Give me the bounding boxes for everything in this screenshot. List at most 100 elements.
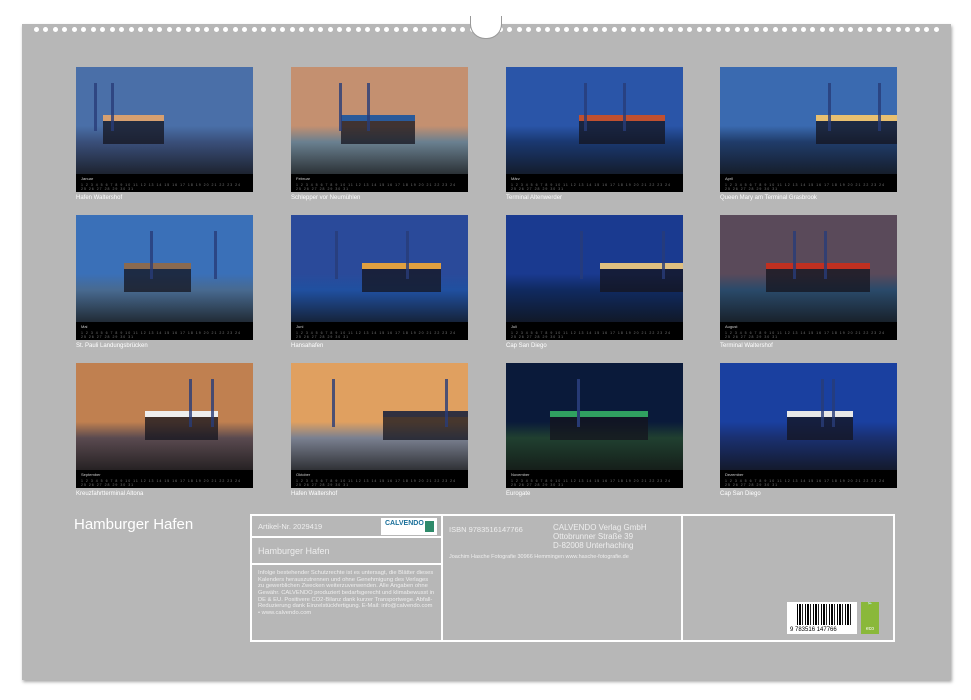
calendar-strip: Februar1 2 3 4 5 6 7 8 9 10 11 12 13 14 …	[291, 174, 468, 192]
binding-hole	[280, 27, 285, 32]
binding-hole	[526, 27, 531, 32]
binding-hole	[555, 27, 560, 32]
binding-hole	[668, 27, 673, 32]
binding-hole	[640, 27, 645, 32]
binding-hole	[517, 27, 522, 32]
barcode: 9 783516 147766	[787, 602, 857, 634]
month-label: Januar	[81, 176, 248, 181]
article-number-text: Artikel-Nr. 2029419	[258, 522, 322, 531]
binding-hole	[564, 27, 569, 32]
month-photo	[720, 215, 897, 322]
binding-hole	[678, 27, 683, 32]
binding-hole	[167, 27, 172, 32]
month-photo	[506, 215, 683, 322]
binding-hole	[176, 27, 181, 32]
binding-hole	[621, 27, 626, 32]
photo-caption: Terminal Waltershof	[720, 343, 897, 349]
binding-hole	[148, 27, 153, 32]
month-label: September	[81, 472, 248, 477]
photo-caption: Schlepper vor Neumühlen	[291, 195, 468, 201]
binding-hole	[318, 27, 323, 32]
binding-hole	[735, 27, 740, 32]
binding-hole	[839, 27, 844, 32]
binding-hole	[195, 27, 200, 32]
binding-hole	[129, 27, 134, 32]
binding-hole	[820, 27, 825, 32]
binding-hole	[829, 27, 834, 32]
binding-hole	[384, 27, 389, 32]
binding-hole	[53, 27, 58, 32]
binding-hole	[915, 27, 920, 32]
info-column-middle: ISBN 9783516147766 CALVENDO Verlag GmbHO…	[443, 516, 683, 640]
binding-hole	[792, 27, 797, 32]
calendar-strip: März1 2 3 4 5 6 7 8 9 10 11 12 13 14 15 …	[506, 174, 683, 192]
month-photo	[506, 363, 683, 470]
calendar-strip: Januar1 2 3 4 5 6 7 8 9 10 11 12 13 14 1…	[76, 174, 253, 192]
binding-hole	[583, 27, 588, 32]
binding-hole	[223, 27, 228, 32]
month-thumbnail: Januar1 2 3 4 5 6 7 8 9 10 11 12 13 14 1…	[76, 67, 253, 201]
binding-hole	[649, 27, 654, 32]
month-label: März	[511, 176, 678, 181]
binding-hole	[924, 27, 929, 32]
month-photo	[720, 363, 897, 470]
binding-hole	[716, 27, 721, 32]
article-number: Artikel-Nr. 2029419 CALVENDO	[252, 516, 441, 538]
month-photo	[720, 67, 897, 174]
info-column-right: 9 783516 147766 🍃eco	[683, 516, 893, 640]
binding-hole	[697, 27, 702, 32]
binding-hole	[545, 27, 550, 32]
binding-hole	[858, 27, 863, 32]
binding-hole	[309, 27, 314, 32]
calendar-strip: Mai1 2 3 4 5 6 7 8 9 10 11 12 13 14 15 1…	[76, 322, 253, 340]
legal-text: Infolge bestehender Schutzrechte ist es …	[252, 565, 441, 622]
binding-hole	[536, 27, 541, 32]
month-photo	[291, 363, 468, 470]
binding-hole	[744, 27, 749, 32]
calendar-strip: Juni1 2 3 4 5 6 7 8 9 10 11 12 13 14 15 …	[291, 322, 468, 340]
binding-hole	[905, 27, 910, 32]
binding-hole	[602, 27, 607, 32]
binding-hole	[157, 27, 162, 32]
binding-hole	[43, 27, 48, 32]
photo-caption: Hafen Waltershof	[76, 195, 253, 201]
month-thumbnail: Juli1 2 3 4 5 6 7 8 9 10 11 12 13 14 15 …	[506, 215, 683, 349]
photographer-credit: Joachim Hasche Fotografie 30966 Hemminge…	[449, 554, 629, 560]
binding-hole	[91, 27, 96, 32]
eco-leaf-icon: 🍃eco	[861, 602, 879, 634]
photo-caption: Hafen Waltershof	[291, 491, 468, 497]
binding-hole	[432, 27, 437, 32]
month-label: Mai	[81, 324, 248, 329]
photo-caption: Cap San Diego	[506, 343, 683, 349]
binding-hole	[119, 27, 124, 32]
month-thumbnail: Dezember1 2 3 4 5 6 7 8 9 10 11 12 13 14…	[720, 363, 897, 497]
month-photo	[291, 215, 468, 322]
calendar-strip: August1 2 3 4 5 6 7 8 9 10 11 12 13 14 1…	[720, 322, 897, 340]
calendar-strip: September1 2 3 4 5 6 7 8 9 10 11 12 13 1…	[76, 470, 253, 488]
binding-hole	[204, 27, 209, 32]
photo-caption: Queen Mary am Terminal Grasbrook	[720, 195, 897, 201]
binding-hole	[725, 27, 730, 32]
binding-hole	[233, 27, 238, 32]
month-thumbnail: Oktober1 2 3 4 5 6 7 8 9 10 11 12 13 14 …	[291, 363, 468, 497]
calvendo-logo: CALVENDO	[381, 518, 437, 535]
calendar-strip: Juli1 2 3 4 5 6 7 8 9 10 11 12 13 14 15 …	[506, 322, 683, 340]
photo-caption: Terminal Altenwerder	[506, 195, 683, 201]
calendar-strip: Dezember1 2 3 4 5 6 7 8 9 10 11 12 13 14…	[720, 470, 897, 488]
calendar-strip: Oktober1 2 3 4 5 6 7 8 9 10 11 12 13 14 …	[291, 470, 468, 488]
binding-hole	[413, 27, 418, 32]
photo-caption: Eurogate	[506, 491, 683, 497]
binding-hole	[242, 27, 247, 32]
month-photo	[291, 67, 468, 174]
month-label: Oktober	[296, 472, 463, 477]
binding-hole	[365, 27, 370, 32]
month-photo	[76, 215, 253, 322]
photo-caption: Kreuzfahrtterminal Altona	[76, 491, 253, 497]
binding-hole	[763, 27, 768, 32]
binding-hole	[110, 27, 115, 32]
binding-hole	[252, 27, 257, 32]
binding-hole	[460, 27, 465, 32]
binding-hole	[706, 27, 711, 32]
info-box: Artikel-Nr. 2029419 CALVENDO Hamburger H…	[250, 514, 895, 642]
binding-hole	[299, 27, 304, 32]
